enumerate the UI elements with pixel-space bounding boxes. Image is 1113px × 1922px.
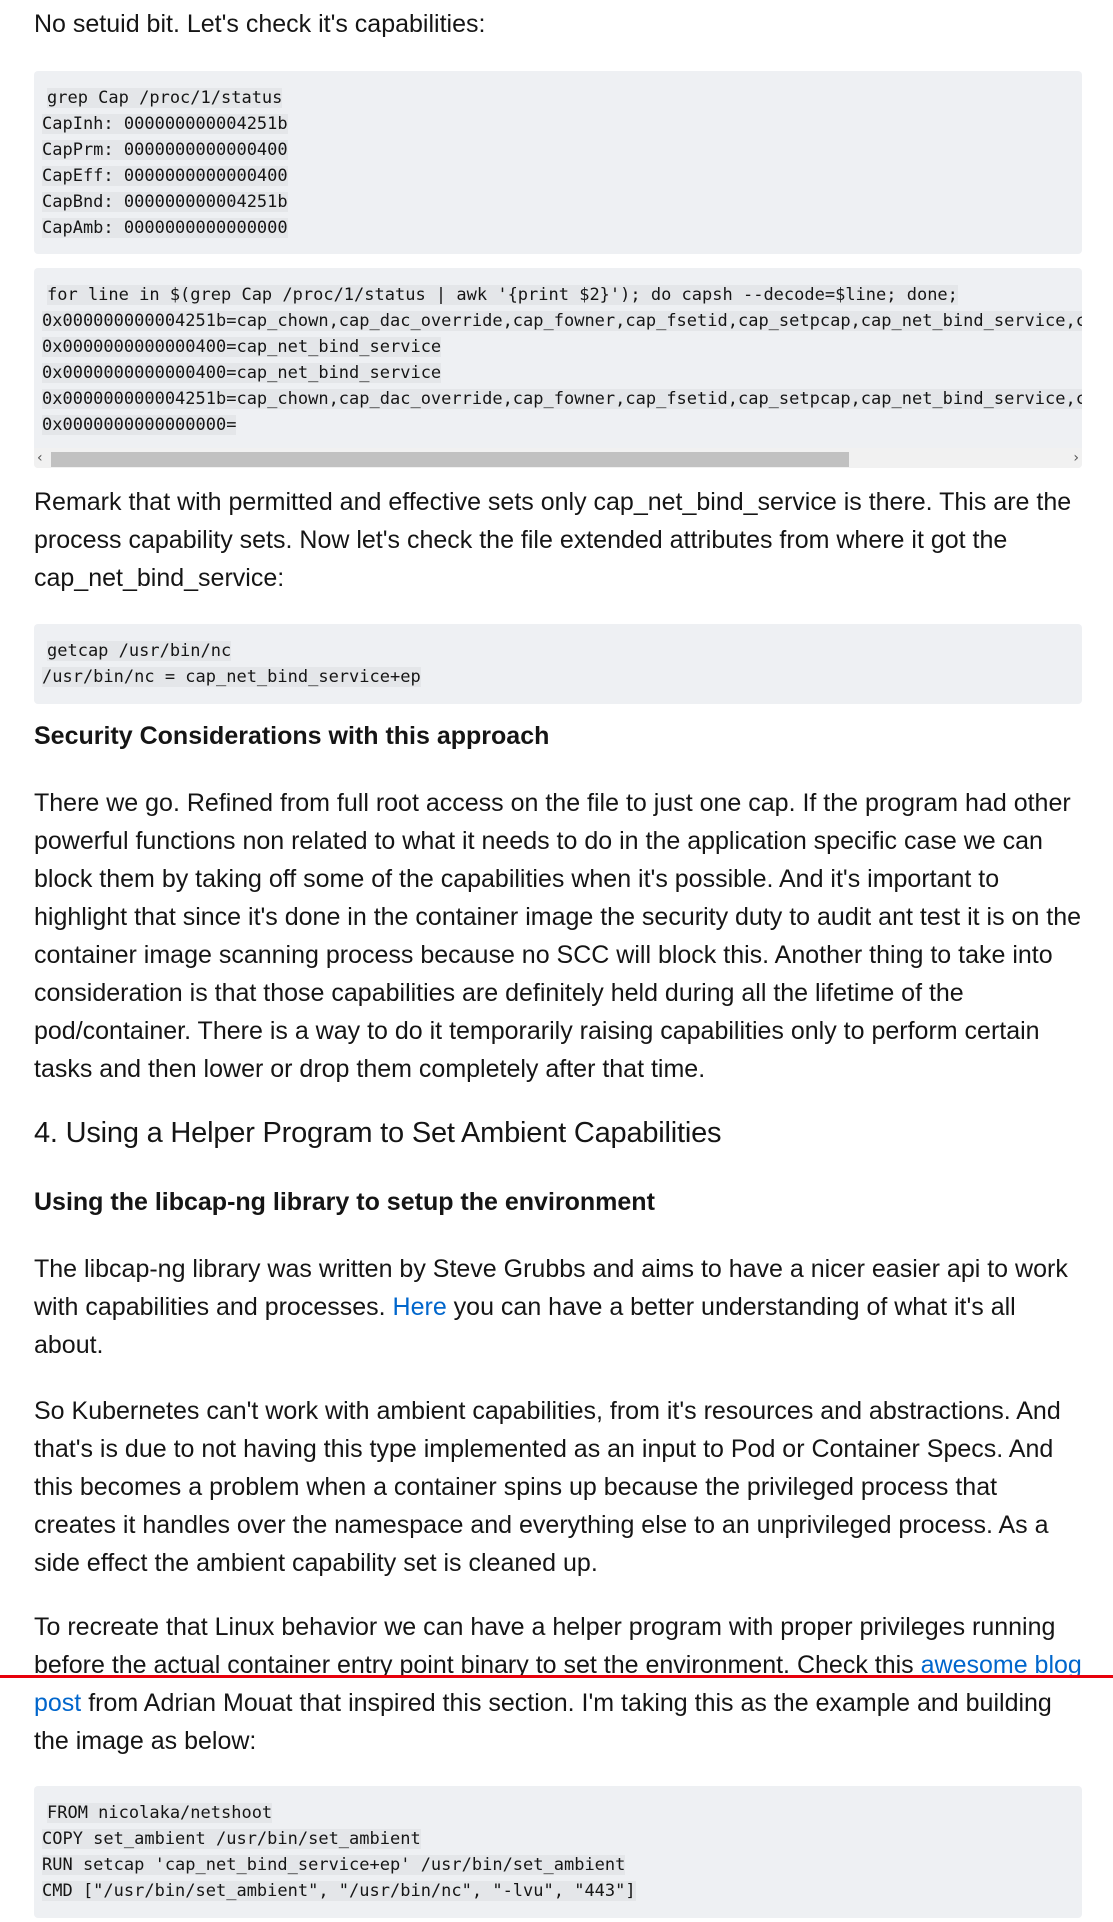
here-link[interactable]: Here — [393, 1293, 447, 1321]
code-line: RUN setcap 'cap_net_bind_service+ep' /us… — [42, 1855, 626, 1875]
code-line: getcap /usr/bin/nc — [47, 641, 232, 661]
recreate-paragraph: To recreate that Linux behavior we can h… — [34, 1613, 1082, 1755]
security-paragraph: There we go. Refined from full root acce… — [34, 789, 1082, 1083]
scroll-left-arrow-icon[interactable]: ‹ — [37, 448, 43, 468]
code-line: CapBnd: 000000000004251b — [42, 192, 288, 212]
security-heading: Security Considerations with this approa… — [34, 722, 550, 750]
code-block-grep-cap: grep Cap /proc/1/status CapInh: 00000000… — [34, 71, 1082, 254]
scrollbar-thumb[interactable] — [51, 452, 849, 467]
code-line: FROM nicolaka/netshoot — [47, 1803, 273, 1823]
code-line: CapPrm: 0000000000000400 — [42, 140, 288, 160]
code-line: for line in $(grep Cap /proc/1/status | … — [47, 285, 958, 305]
code-line: 0x0000000000000400=cap_net_bind_service — [42, 363, 442, 383]
code-line: 0x0000000000000400=cap_net_bind_service — [42, 337, 442, 357]
horizontal-scrollbar[interactable]: ‹ › — [34, 448, 1082, 468]
code-line: 0x000000000004251b=cap_chown,cap_dac_ove… — [34, 386, 1082, 412]
code-line: grep Cap /proc/1/status — [47, 88, 283, 108]
code-line: CapEff: 0000000000000400 — [42, 166, 288, 186]
code-block-getcap: getcap /usr/bin/nc /usr/bin/nc = cap_net… — [34, 624, 1082, 704]
code-block-capsh-decode[interactable]: for line in $(grep Cap /proc/1/status | … — [34, 268, 1082, 468]
code-line: CapInh: 000000000004251b — [42, 114, 288, 134]
kubernetes-paragraph: So Kubernetes can't work with ambient ca… — [34, 1397, 1061, 1577]
code-line: /usr/bin/nc = cap_net_bind_service+ep — [42, 667, 421, 687]
section-heading: 4. Using a Helper Program to Set Ambient… — [34, 1117, 722, 1149]
code-line: CMD ["/usr/bin/set_ambient", "/usr/bin/n… — [42, 1881, 636, 1901]
code-line: COPY set_ambient /usr/bin/set_ambient — [42, 1829, 421, 1849]
code-line: 0x000000000004251b=cap_chown,cap_dac_ove… — [34, 308, 1082, 334]
code-line: 0x0000000000000000= — [42, 415, 237, 435]
code-block-dockerfile: FROM nicolaka/netshoot COPY set_ambient … — [34, 1786, 1082, 1918]
intro-paragraph: No setuid bit. Let's check it's capabili… — [34, 10, 486, 38]
annotation-red-line — [0, 1675, 1113, 1678]
libcap-heading: Using the libcap-ng library to setup the… — [34, 1188, 655, 1216]
scroll-right-arrow-icon[interactable]: › — [1073, 448, 1079, 468]
remark-paragraph: Remark that with permitted and effective… — [34, 488, 1072, 592]
libcap-paragraph: The libcap-ng library was written by Ste… — [34, 1255, 1068, 1359]
code-line: CapAmb: 0000000000000000 — [42, 218, 288, 238]
